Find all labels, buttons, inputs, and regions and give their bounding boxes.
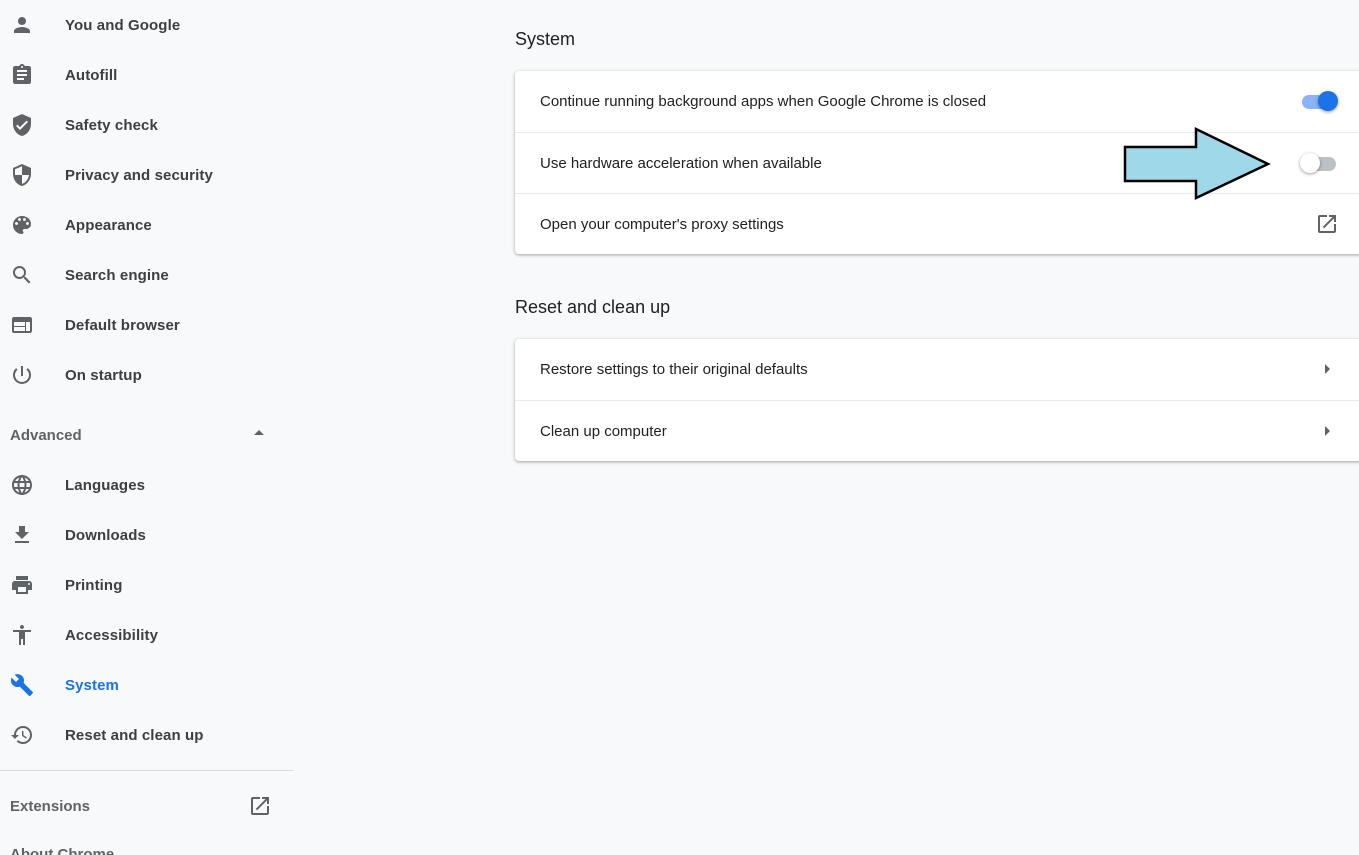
sidebar-item-label: Search engine (65, 266, 169, 284)
sidebar-item-reset[interactable]: Reset and clean up (0, 715, 293, 755)
sidebar-divider (0, 770, 293, 771)
accessibility-icon (10, 623, 34, 647)
sidebar-item-safety-check[interactable]: Safety check (0, 105, 293, 145)
sidebar-item-accessibility[interactable]: Accessibility (0, 615, 293, 655)
sidebar-item-autofill[interactable]: Autofill (0, 55, 293, 95)
person-icon (10, 13, 34, 37)
advanced-label: Advanced (10, 427, 82, 444)
sidebar-item-label: Privacy and security (65, 166, 213, 184)
sidebar-item-privacy[interactable]: Privacy and security (0, 155, 293, 195)
shield-check-icon (10, 113, 34, 137)
advanced-toggle[interactable]: Advanced (0, 415, 293, 455)
globe-icon (10, 473, 34, 497)
reset-card: Restore settings to their original defau… (515, 339, 1359, 461)
sidebar-item-system[interactable]: System (0, 665, 293, 705)
sidebar-item-appearance[interactable]: Appearance (0, 205, 293, 245)
chevron-up-icon (254, 430, 264, 435)
setting-label: Use hardware acceleration when available (540, 154, 822, 172)
sidebar-item-label: Default browser (65, 316, 180, 334)
sidebar-item-about[interactable]: About Chrome (10, 846, 114, 855)
search-icon (10, 263, 34, 287)
sidebar-item-extensions[interactable]: Extensions (0, 786, 293, 826)
background-apps-toggle[interactable] (1300, 91, 1338, 111)
setting-label: Clean up computer (540, 422, 667, 440)
sidebar-item-label: Languages (65, 476, 146, 494)
sidebar-item-printing[interactable]: Printing (0, 565, 293, 605)
setting-label: Continue running background apps when Go… (540, 93, 987, 110)
toggle-knob (1318, 91, 1338, 111)
sidebar-item-you-and-google[interactable]: You and Google (0, 5, 293, 45)
sidebar-item-label: Appearance (65, 216, 152, 234)
extensions-label: Extensions (10, 798, 91, 815)
browser-window-icon (10, 313, 34, 337)
history-icon (10, 723, 34, 747)
setting-row-proxy[interactable]: Open your computer's proxy settings (515, 193, 1359, 254)
sidebar-item-on-startup[interactable]: On startup (0, 355, 293, 395)
hardware-acceleration-toggle[interactable] (1300, 153, 1336, 173)
sidebar: You and Google Autofill Safety check Pri… (0, 0, 293, 855)
sidebar-item-label: Accessibility (65, 626, 159, 644)
chevron-right-icon[interactable] (1325, 426, 1330, 436)
palette-icon (10, 213, 34, 237)
sidebar-item-search-engine[interactable]: Search engine (0, 255, 293, 295)
setting-label: Open your computer's proxy settings (540, 215, 784, 233)
setting-label: Restore settings to their original defau… (540, 361, 808, 378)
sidebar-item-label: Printing (65, 576, 123, 594)
open-external-icon[interactable] (1315, 212, 1339, 236)
sidebar-item-label: System (65, 676, 119, 694)
sidebar-item-label: Reset and clean up (65, 726, 204, 744)
sidebar-item-languages[interactable]: Languages (0, 465, 293, 505)
sidebar-item-label: Safety check (65, 116, 158, 134)
annotation-arrow-icon (1123, 127, 1271, 200)
reset-section-title: Reset and clean up (515, 297, 671, 317)
sidebar-item-label: On startup (65, 366, 142, 384)
toggle-knob (1300, 153, 1320, 173)
open-external-icon (248, 794, 272, 818)
sidebar-item-downloads[interactable]: Downloads (0, 515, 293, 555)
sidebar-item-label: Autofill (65, 66, 118, 84)
sidebar-item-label: You and Google (65, 16, 181, 34)
power-icon (10, 363, 34, 387)
sidebar-item-label: Downloads (65, 526, 146, 544)
wrench-icon (10, 673, 34, 697)
system-section-title: System (515, 29, 576, 49)
shield-icon (10, 163, 34, 187)
setting-row-restore-defaults[interactable]: Restore settings to their original defau… (515, 339, 1359, 400)
download-icon (10, 523, 34, 547)
clipboard-icon (10, 63, 34, 87)
setting-row-background-apps[interactable]: Continue running background apps when Go… (515, 71, 1359, 132)
setting-row-clean-up[interactable]: Clean up computer (515, 400, 1359, 461)
chevron-right-icon[interactable] (1325, 364, 1330, 374)
printer-icon (10, 573, 34, 597)
sidebar-item-default-browser[interactable]: Default browser (0, 305, 293, 345)
